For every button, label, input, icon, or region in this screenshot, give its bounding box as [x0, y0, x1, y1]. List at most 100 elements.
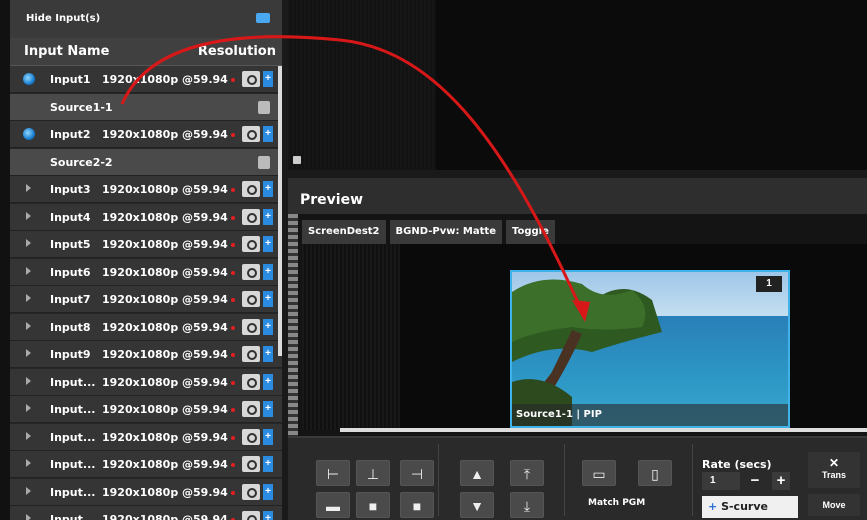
move-bottom-button[interactable]: ⤓	[510, 492, 544, 518]
expand-arrow-icon[interactable]	[26, 514, 31, 520]
expand-arrow-icon[interactable]	[26, 266, 31, 275]
camera-icon[interactable]	[242, 483, 260, 500]
plus-icon[interactable]: +	[263, 71, 273, 87]
input-row[interactable]: Input... 1920x1080p @59.94 +	[10, 368, 282, 396]
tab-toggle[interactable]: Toggle	[505, 220, 555, 244]
plus-icon[interactable]: +	[263, 511, 273, 520]
rate-decrement-button[interactable]: −	[746, 472, 764, 490]
canvas-strip	[302, 244, 400, 430]
expand-arrow-icon[interactable]	[26, 184, 31, 192]
match-pgm-label[interactable]: Match PGM	[588, 498, 645, 508]
hide-inputs-bar[interactable]: Hide Input(s)	[10, 0, 282, 38]
plus-icon[interactable]: +	[263, 456, 273, 472]
input-row[interactable]: Input... 1920x1080p @59.94 +	[10, 478, 282, 506]
plus-icon[interactable]: +	[263, 373, 273, 390]
expand-arrow-icon[interactable]	[26, 349, 31, 357]
input-row[interactable]: Input3 1920x1080p @59.94 +	[10, 176, 282, 203]
expand-arrow-icon[interactable]	[26, 321, 31, 330]
plus-icon[interactable]: +	[263, 263, 273, 280]
plus-icon[interactable]: +	[263, 428, 273, 445]
move-up-button[interactable]: ▲	[460, 460, 494, 486]
expand-arrow-icon[interactable]	[26, 431, 31, 440]
fill-right-button[interactable]: ■	[400, 492, 434, 518]
match-pgm-size-button[interactable]: ▭	[582, 460, 616, 486]
camera-icon[interactable]	[242, 373, 260, 390]
expand-arrow-icon[interactable]	[26, 211, 31, 220]
align-right-button[interactable]: ⊣	[400, 460, 434, 486]
align-center-h-button[interactable]: ⊥	[356, 460, 390, 486]
input-row[interactable]: Input... 1920x1080p @59.94 +	[10, 506, 282, 520]
copy-icon[interactable]	[258, 155, 270, 169]
camera-icon[interactable]	[242, 126, 260, 142]
align-bottom-button[interactable]: ▬	[316, 492, 350, 518]
camera-icon[interactable]	[242, 236, 260, 252]
trans-label: Trans	[821, 470, 846, 480]
rate-input[interactable]: 1	[702, 472, 740, 490]
expand-arrow-icon[interactable]	[26, 486, 31, 495]
expand-arrow-icon[interactable]	[26, 404, 31, 412]
tab-bgnd-pvw-matte[interactable]: BGND-Pvw: Matte	[389, 220, 502, 244]
sidebar-scrollbar[interactable]	[278, 66, 282, 356]
input-name: Input2	[50, 128, 91, 141]
plus-icon[interactable]: +	[263, 401, 273, 417]
plus-icon[interactable]: +	[263, 483, 273, 500]
input-row[interactable]: Input5 1920x1080p @59.94 +	[10, 231, 282, 258]
input-row[interactable]: Input... 1920x1080p @59.94 +	[10, 423, 282, 451]
tab-screendest2[interactable]: ScreenDest2	[302, 220, 386, 244]
input-row[interactable]: Input1 1920x1080p @59.94 +	[10, 66, 282, 93]
column-resolution[interactable]: Resolution	[198, 44, 276, 59]
align-left-button[interactable]: ⊢	[316, 460, 350, 486]
scurve-plus: +	[708, 500, 718, 513]
input-resolution: 1920x1080p @59.94	[102, 375, 228, 389]
toolbar-separator	[692, 444, 693, 516]
trans-button[interactable]: ✕ Trans	[808, 452, 860, 488]
expand-arrow-icon[interactable]	[26, 459, 31, 467]
expand-arrow-icon[interactable]	[26, 239, 31, 247]
camera-icon[interactable]	[242, 318, 260, 335]
expand-arrow-icon[interactable]	[26, 294, 31, 302]
input-row[interactable]: Input... 1920x1080p @59.94 +	[10, 451, 282, 478]
input-row[interactable]: Input9 1920x1080p @59.94 +	[10, 341, 282, 368]
input-row[interactable]: Input2 1920x1080p @59.94 +	[10, 121, 282, 148]
input-row[interactable]: Input... 1920x1080p @59.94 +	[10, 396, 282, 423]
expand-arrow-icon[interactable]	[26, 376, 31, 385]
plus-icon[interactable]: +	[263, 208, 273, 225]
pip-layer[interactable]: 1 Source1-1 | PIP	[510, 270, 790, 428]
camera-icon[interactable]	[242, 401, 260, 417]
camera-icon[interactable]	[242, 428, 260, 445]
column-header: Input Name Resolution	[10, 38, 282, 66]
camera-icon[interactable]	[242, 181, 260, 197]
rate-increment-button[interactable]: +	[772, 472, 790, 490]
input-row[interactable]: Input4 1920x1080p @59.94 +	[10, 203, 282, 231]
camera-icon[interactable]	[242, 71, 260, 87]
column-input-name[interactable]: Input Name	[24, 44, 109, 59]
camera-icon[interactable]	[242, 346, 260, 362]
input-resolution: 1920x1080p @59.94	[102, 210, 228, 224]
camera-icon[interactable]	[242, 291, 260, 307]
camera-icon[interactable]	[242, 511, 260, 520]
input-row[interactable]: Input6 1920x1080p @59.94 +	[10, 258, 282, 286]
plus-icon[interactable]: +	[263, 346, 273, 362]
plus-icon[interactable]: +	[263, 181, 273, 197]
lock-icon[interactable]	[293, 156, 301, 164]
plus-icon[interactable]: +	[263, 236, 273, 252]
plus-icon[interactable]: +	[263, 318, 273, 335]
move-button[interactable]: Move	[808, 494, 860, 516]
copy-icon[interactable]	[258, 100, 270, 114]
scurve-button[interactable]: + S-curve	[702, 496, 798, 518]
fill-button[interactable]: ■	[356, 492, 390, 518]
input-row[interactable]: Input7 1920x1080p @59.94 +	[10, 286, 282, 313]
move-down-button[interactable]: ▼	[460, 492, 494, 518]
preview-horizontal-scrollbar[interactable]	[340, 428, 867, 432]
plus-icon[interactable]: +	[263, 126, 273, 142]
input-row[interactable]: Input8 1920x1080p @59.94 +	[10, 313, 282, 341]
camera-icon[interactable]	[242, 263, 260, 280]
toggle-icon[interactable]	[256, 13, 270, 23]
move-top-button[interactable]: ⤒	[510, 460, 544, 486]
camera-icon[interactable]	[242, 208, 260, 225]
source-row[interactable]: Source1-1	[10, 93, 282, 121]
plus-icon[interactable]: +	[263, 291, 273, 307]
source-row[interactable]: Source2-2	[10, 148, 282, 176]
match-pgm-vertical-button[interactable]: ▯	[638, 460, 672, 486]
camera-icon[interactable]	[242, 456, 260, 472]
